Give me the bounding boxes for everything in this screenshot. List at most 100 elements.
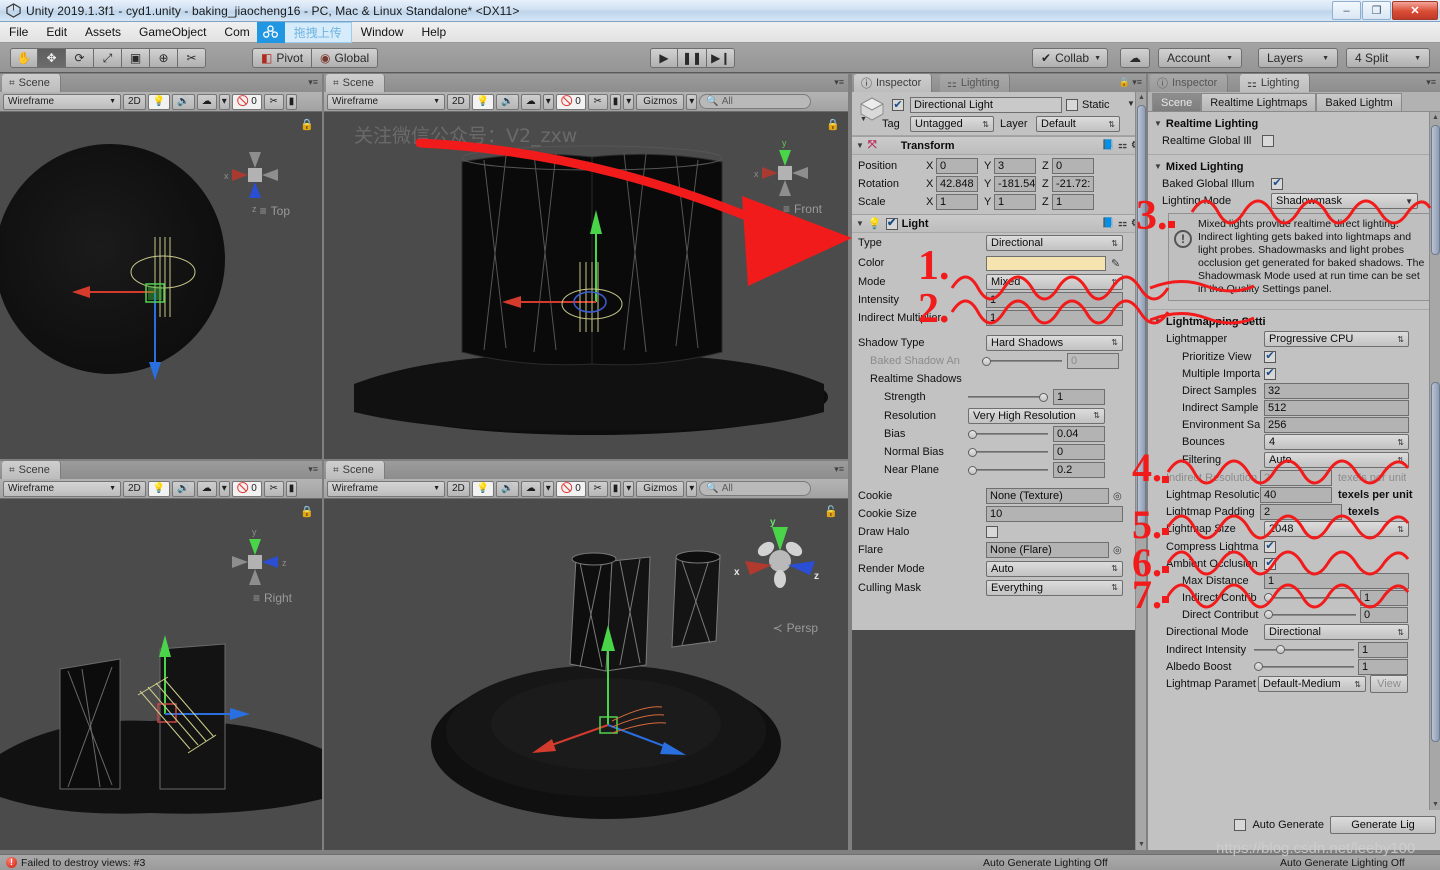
preset-icon[interactable]: ⚏ — [1118, 218, 1127, 229]
panel-menu-icon[interactable]: ▾≡ — [1426, 77, 1436, 88]
mixed-lighting-header[interactable]: ▼ Mixed Lighting — [1148, 158, 1440, 175]
hand-tool-button[interactable]: ✋ — [10, 48, 38, 68]
scene-view-top-canvas[interactable]: 🔒 x z ≡ Top — [0, 112, 322, 459]
scene-lighting-icon[interactable]: 💡 — [471, 480, 495, 497]
object-picker-icon[interactable]: ◎ — [1113, 545, 1122, 556]
tab-lighting-2[interactable]: ⚏ Lighting — [1240, 74, 1311, 92]
scale-tool-button[interactable]: ⤢ — [94, 48, 122, 68]
camera-dropdown-icon[interactable]: ▾ — [623, 93, 635, 110]
menu-assets[interactable]: Assets — [76, 22, 130, 42]
lightmap-size-dropdown[interactable]: 2048 ⇅ — [1264, 521, 1409, 537]
gizmos-button[interactable]: Gizmos — [636, 480, 685, 497]
environment-samples-field[interactable]: 256 — [1264, 416, 1409, 433]
albedo-boost-slider[interactable] — [1254, 661, 1354, 673]
shadow-type-dropdown[interactable]: Hard Shadows ⇅ — [986, 334, 1123, 351]
light-component-header[interactable]: ▼ 💡 ✔ Light 📘 ⚏ ⚙ — [852, 214, 1146, 233]
object-name-field[interactable]: Directional Light — [910, 97, 1062, 113]
generate-lighting-button[interactable]: Generate Lig — [1330, 816, 1436, 834]
bias-field[interactable]: 0.04 — [1053, 426, 1105, 442]
scale-z-field[interactable]: 1 — [1052, 194, 1094, 210]
baked-gi-checkbox[interactable]: ✔ — [1271, 177, 1283, 190]
pause-button[interactable]: ❚❚ — [678, 48, 708, 68]
error-message[interactable]: Failed to destroy views: #3 — [21, 857, 145, 869]
draw-mode-dropdown[interactable]: Wireframe ▼ — [327, 93, 445, 110]
static-dropdown-icon[interactable]: ▼ — [1127, 99, 1135, 108]
tab-scene-front[interactable]: ⌗ Scene — [326, 74, 385, 92]
scroll-up-icon[interactable]: ▲ — [1430, 112, 1440, 123]
lightmap-resolution-field[interactable]: 40 — [1260, 486, 1332, 503]
cookie-size-field[interactable]: 10 — [986, 506, 1123, 522]
filtering-dropdown[interactable]: Auto ⇅ — [1264, 452, 1409, 468]
draw-halo-checkbox[interactable] — [986, 526, 998, 538]
normal-bias-slider[interactable] — [968, 446, 1048, 458]
view-button[interactable]: View — [1370, 675, 1408, 693]
tab-scene-persp[interactable]: ⌗ Scene — [326, 461, 385, 479]
slider-knob[interactable] — [1254, 662, 1263, 671]
direct-contribution-field[interactable]: 0 — [1360, 606, 1408, 623]
scale-x-field[interactable]: 1 — [936, 194, 978, 210]
draw-mode-dropdown[interactable]: Wireframe ▼ — [3, 93, 121, 110]
restore-button[interactable]: ❐ — [1362, 1, 1391, 20]
help-icon[interactable]: 📘 — [1102, 140, 1114, 151]
directional-mode-dropdown[interactable]: Directional ⇅ — [1264, 624, 1409, 640]
tab-inspector-2[interactable]: ⓘ Inspector — [1150, 74, 1229, 92]
view-orientation-label[interactable]: ≡ Right — [253, 591, 292, 605]
slider-knob[interactable] — [1276, 645, 1285, 654]
position-z-field[interactable]: 0 — [1052, 158, 1094, 174]
lightmapper-dropdown[interactable]: Progressive CPU ⇅ — [1264, 331, 1409, 347]
lighting-mode-dropdown[interactable]: Shadowmask ▼ — [1271, 193, 1418, 209]
hidden-objects-toggle[interactable]: 🚫 0 — [231, 480, 262, 497]
object-enabled-checkbox[interactable]: ✔ — [892, 99, 904, 111]
rotation-x-field[interactable]: 42.848 — [936, 176, 978, 192]
max-distance-field[interactable]: 1 — [1264, 572, 1409, 589]
close-button[interactable]: ✕ — [1392, 1, 1438, 20]
help-icon[interactable]: 📘 — [1102, 218, 1114, 229]
static-checkbox[interactable] — [1066, 99, 1078, 111]
preset-icon[interactable]: ⚏ — [1118, 140, 1127, 151]
tab-scene-right[interactable]: ⌗ Scene — [2, 461, 61, 479]
object-picker-icon[interactable]: ◎ — [1113, 491, 1122, 502]
2d-toggle[interactable]: 2D — [123, 93, 146, 110]
hidden-objects-toggle[interactable]: 🚫 0 — [231, 93, 262, 110]
gizmos-button[interactable]: Gizmos — [636, 93, 685, 110]
layers-button[interactable]: Layers ▼ — [1258, 48, 1338, 68]
slider-knob[interactable] — [968, 429, 977, 439]
intensity-field[interactable]: 1 — [986, 292, 1123, 308]
lock-icon[interactable]: 🔒 — [300, 505, 314, 518]
error-icon[interactable]: ! — [6, 857, 17, 868]
gizmos-dropdown-icon[interactable]: ▾ — [686, 480, 698, 497]
type-dropdown[interactable]: Directional ⇅ — [986, 235, 1123, 251]
scroll-up-icon[interactable]: ▲ — [1136, 92, 1146, 103]
foldout-icon[interactable]: ▼ — [1154, 317, 1162, 326]
menu-file[interactable]: File — [0, 22, 37, 42]
subtab-realtime-lightmaps[interactable]: Realtime Lightmaps — [1201, 93, 1317, 111]
menu-help[interactable]: Help — [412, 22, 455, 42]
bias-slider[interactable] — [968, 428, 1048, 440]
2d-toggle[interactable]: 2D — [447, 480, 470, 497]
fx-dropdown-icon[interactable]: ▾ — [218, 480, 230, 497]
indirect-intensity-field[interactable]: 1 — [1358, 641, 1408, 658]
scene-view-front-canvas[interactable]: 关注微信公众号：V2_zxw 🔒 x y ≡ Front — [324, 112, 848, 459]
lock-icon[interactable]: 🔒 — [300, 118, 314, 131]
slider-knob[interactable] — [1264, 593, 1273, 602]
lighting-scrollbar[interactable]: ▲ ▼ — [1429, 112, 1440, 810]
culling-mask-dropdown[interactable]: Everything ⇅ — [986, 579, 1123, 596]
light-enabled-checkbox[interactable]: ✔ — [885, 217, 898, 230]
render-mode-dropdown[interactable]: Auto ⇅ — [986, 560, 1123, 577]
upload-widget[interactable]: 拖拽上传 — [256, 21, 352, 43]
scene-lighting-icon[interactable]: 💡 — [147, 480, 171, 497]
global-toggle[interactable]: ◉ Global — [312, 48, 379, 68]
panel-menu-icon[interactable]: ▾≡ — [834, 464, 844, 475]
minimize-button[interactable]: – — [1332, 1, 1361, 20]
normal-bias-field[interactable]: 0 — [1053, 444, 1105, 460]
audio-toggle-icon[interactable]: 🔊 — [496, 93, 519, 110]
audio-toggle-icon[interactable]: 🔊 — [172, 93, 195, 110]
rotation-y-field[interactable]: -181.54 — [994, 176, 1036, 192]
scroll-thumb[interactable] — [1137, 105, 1146, 525]
panel-menu-icon[interactable]: ▾≡ — [308, 77, 318, 88]
camera-icon[interactable]: ▮ — [609, 480, 622, 497]
fx-toggle-icon[interactable]: ☁ — [520, 93, 541, 110]
near-plane-field[interactable]: 0.2 — [1053, 462, 1105, 478]
slider-knob[interactable] — [1039, 392, 1048, 402]
indirect-multiplier-field[interactable]: 1 — [986, 310, 1123, 326]
